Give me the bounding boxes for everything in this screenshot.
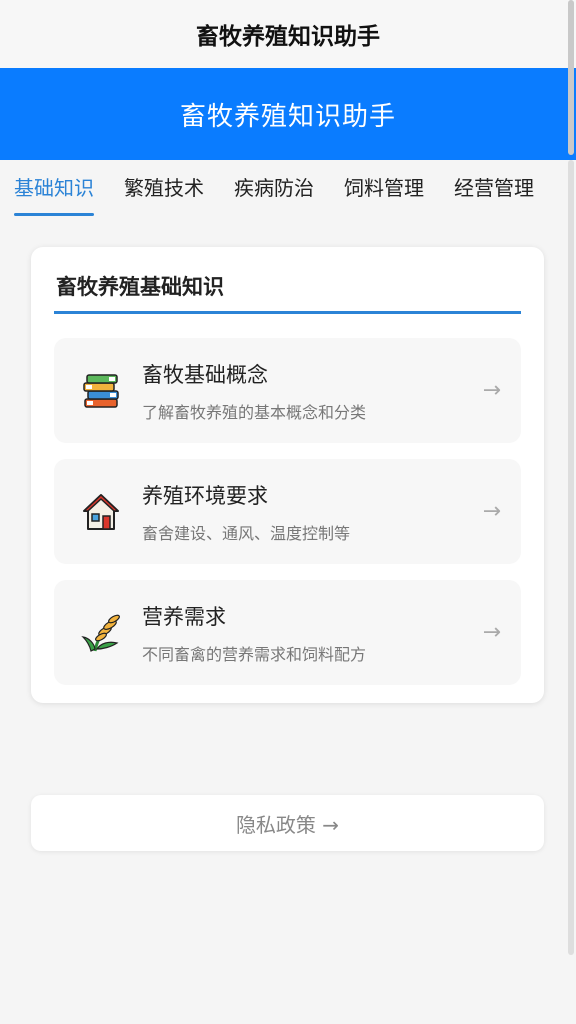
privacy-policy-button[interactable]: 隐私政策 → — [31, 795, 544, 851]
item-text: 畜牧基础概念 了解畜牧养殖的基本概念和分类 — [142, 359, 483, 423]
top-bar: 畜牧养殖知识助手 — [0, 0, 576, 68]
banner-title: 畜牧养殖知识助手 — [179, 101, 396, 132]
item-text: 营养需求 不同畜禽的营养需求和饲料配方 — [142, 601, 483, 665]
tab-management[interactable]: 经营管理 — [454, 160, 534, 216]
item-text: 养殖环境要求 畜舍建设、通风、温度控制等 — [142, 480, 483, 544]
tab-feed[interactable]: 饲料管理 — [344, 160, 424, 216]
scrollbar-track[interactable] — [568, 160, 574, 955]
app-title: 畜牧养殖知识助手 — [196, 24, 380, 50]
tab-breeding[interactable]: 繁殖技术 — [124, 160, 204, 216]
wheat-icon — [80, 612, 122, 654]
item-subtitle: 不同畜禽的营养需求和饲料配方 — [142, 644, 367, 664]
arrow-right-icon: → — [482, 378, 501, 403]
house-icon — [80, 491, 122, 533]
knowledge-card: 畜牧养殖基础知识 畜牧基础概念 了解畜牧养殖的基本概念和分类 → 养殖环境要求 … — [31, 247, 544, 703]
list-item-environment[interactable]: 养殖环境要求 畜舍建设、通风、温度控制等 → — [54, 459, 521, 564]
item-subtitle: 畜舍建设、通风、温度控制等 — [142, 523, 351, 543]
item-title: 营养需求 — [142, 604, 226, 629]
item-title: 养殖环境要求 — [142, 483, 268, 508]
app-root: 畜牧养殖知识助手 畜牧养殖知识助手 基础知识 繁殖技术 疾病防治 饲料管理 经营… — [0, 0, 576, 1024]
category-tabs: 基础知识 繁殖技术 疾病防治 饲料管理 经营管理 — [0, 160, 576, 216]
list-item-basic-concepts[interactable]: 畜牧基础概念 了解畜牧养殖的基本概念和分类 → — [54, 338, 521, 443]
tab-basics[interactable]: 基础知识 — [14, 160, 94, 216]
tab-disease[interactable]: 疾病防治 — [234, 160, 314, 216]
list-item-nutrition[interactable]: 营养需求 不同畜禽的营养需求和饲料配方 → — [54, 580, 521, 685]
item-title: 畜牧基础概念 — [142, 362, 268, 387]
arrow-right-icon: → — [482, 499, 501, 524]
books-icon — [80, 370, 122, 412]
header-banner: 畜牧养殖知识助手 — [0, 68, 576, 160]
item-subtitle: 了解畜牧养殖的基本概念和分类 — [142, 402, 367, 422]
scrollbar-thumb[interactable] — [568, 0, 574, 155]
card-heading: 畜牧养殖基础知识 — [54, 267, 521, 314]
arrow-right-icon: → — [482, 620, 501, 645]
